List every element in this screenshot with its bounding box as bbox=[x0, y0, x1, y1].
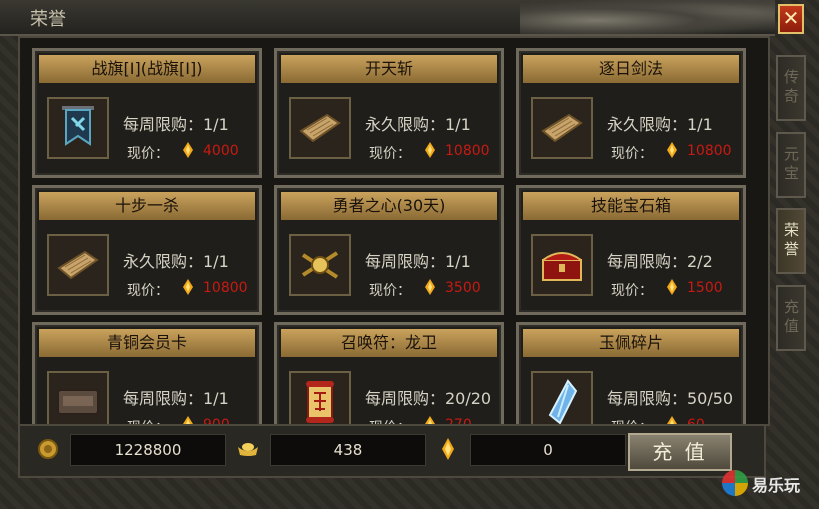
price-label: 现价： bbox=[611, 146, 653, 162]
purchase-limit: 每周限购：1/1 bbox=[123, 389, 229, 408]
watermark-logo-icon bbox=[722, 470, 748, 496]
purchase-limit: 永久限购：1/1 bbox=[123, 252, 229, 271]
item-name: 召唤符：龙卫 bbox=[281, 329, 497, 357]
scroll-book-icon[interactable] bbox=[531, 97, 593, 159]
item-name: 开天斩 bbox=[281, 55, 497, 83]
price-label: 现价： bbox=[611, 283, 653, 299]
item-price: 1500 bbox=[687, 280, 723, 296]
item-name: 玉佩碎片 bbox=[523, 329, 739, 357]
title-bar: 荣誉 bbox=[0, 0, 775, 36]
item-price: 4000 bbox=[203, 143, 239, 159]
honor-gem-icon bbox=[442, 438, 454, 460]
item-price: 10800 bbox=[203, 280, 248, 296]
item-name: 逐日剑法 bbox=[523, 55, 739, 83]
item-name: 十步一杀 bbox=[39, 192, 255, 220]
honor-gem-icon bbox=[425, 279, 435, 295]
tab-ingot[interactable]: 元宝 bbox=[776, 132, 806, 198]
item-name: 战旗[Ⅰ](战旗[Ⅰ]) bbox=[39, 55, 255, 83]
purchase-limit: 每周限购：20/20 bbox=[365, 389, 492, 408]
price-label: 现价： bbox=[369, 283, 411, 299]
purchase-limit: 每周限购：2/2 bbox=[607, 252, 713, 271]
shop-item-card[interactable]: 开天斩 永久限购：1/1 现价： 10800 bbox=[274, 48, 504, 178]
purchase-limit: 每周限购：1/1 bbox=[123, 115, 229, 134]
item-price: 3500 bbox=[445, 280, 481, 296]
honor-gem-icon bbox=[183, 279, 193, 295]
brave-heart-icon[interactable] bbox=[289, 234, 351, 296]
ingot-amount: 438 bbox=[270, 434, 426, 466]
window-title: 荣誉 bbox=[30, 9, 66, 30]
ingot-icon bbox=[238, 443, 258, 456]
gold-coin-icon bbox=[38, 439, 58, 459]
shop-item-card[interactable]: 玉佩碎片 每周限购：50/50 现价： 60 bbox=[516, 322, 746, 424]
shop-item-card[interactable]: 技能宝石箱 每周限购：2/2 现价： 1500 bbox=[516, 185, 746, 315]
honor-gem-icon bbox=[425, 142, 435, 158]
recharge-button[interactable]: 充 值 bbox=[628, 433, 732, 471]
scroll-book-icon[interactable] bbox=[47, 234, 109, 296]
summon-talisman-icon[interactable] bbox=[289, 371, 351, 424]
honor-amount: 0 bbox=[470, 434, 626, 466]
shop-item-card[interactable]: 逐日剑法 永久限购：1/1 现价： 10800 bbox=[516, 48, 746, 178]
gem-chest-icon[interactable] bbox=[531, 234, 593, 296]
jade-shard-icon[interactable] bbox=[531, 371, 593, 424]
scroll-book-icon[interactable] bbox=[289, 97, 351, 159]
item-grid: 战旗[Ⅰ](战旗[Ⅰ]) 每周限购：1/1 现价： 4000 开天斩 永久限购：1… bbox=[18, 36, 770, 426]
honor-shop-window: 荣誉 ✕ 传奇 元宝 荣誉 充值 战旗[Ⅰ](战旗[Ⅰ]) 每周限购：1/1 现… bbox=[0, 0, 819, 509]
item-name: 青铜会员卡 bbox=[39, 329, 255, 357]
honor-gem-icon bbox=[667, 142, 677, 158]
price-label: 现价： bbox=[127, 283, 169, 299]
item-price: 10800 bbox=[445, 143, 490, 159]
shop-item-card[interactable]: 勇者之心(30天) 每周限购：1/1 现价： 3500 bbox=[274, 185, 504, 315]
banner-icon[interactable] bbox=[47, 97, 109, 159]
purchase-limit: 每周限购：50/50 bbox=[607, 389, 734, 408]
close-button[interactable]: ✕ bbox=[778, 4, 804, 34]
shop-item-card[interactable]: 战旗[Ⅰ](战旗[Ⅰ]) 每周限购：1/1 现价： 4000 bbox=[32, 48, 262, 178]
shop-item-card[interactable]: 十步一杀 永久限购：1/1 现价： 10800 bbox=[32, 185, 262, 315]
honor-gem-icon bbox=[667, 279, 677, 295]
purchase-limit: 每周限购：1/1 bbox=[365, 252, 471, 271]
item-price: 10800 bbox=[687, 143, 732, 159]
price-label: 现价： bbox=[369, 146, 411, 162]
purchase-limit: 永久限购：1/1 bbox=[607, 115, 713, 134]
purchase-limit: 永久限购：1/1 bbox=[365, 115, 471, 134]
honor-gem-icon bbox=[183, 142, 193, 158]
gold-amount: 1228800 bbox=[70, 434, 226, 466]
watermark-text: 易乐玩 bbox=[752, 476, 801, 495]
shop-item-card[interactable]: 召唤符：龙卫 每周限购：20/20 现价： 270 bbox=[274, 322, 504, 424]
item-name: 勇者之心(30天) bbox=[281, 192, 497, 220]
shop-item-card[interactable]: 青铜会员卡 每周限购：1/1 现价： 900 bbox=[32, 322, 262, 424]
tab-recharge[interactable]: 充值 bbox=[776, 285, 806, 351]
bronze-card-icon[interactable] bbox=[47, 371, 109, 424]
item-name: 技能宝石箱 bbox=[523, 192, 739, 220]
price-label: 现价： bbox=[127, 146, 169, 162]
tab-honor[interactable]: 荣誉 bbox=[776, 208, 806, 274]
dragon-ornament-icon bbox=[520, 0, 775, 34]
tab-legend[interactable]: 传奇 bbox=[776, 55, 806, 121]
